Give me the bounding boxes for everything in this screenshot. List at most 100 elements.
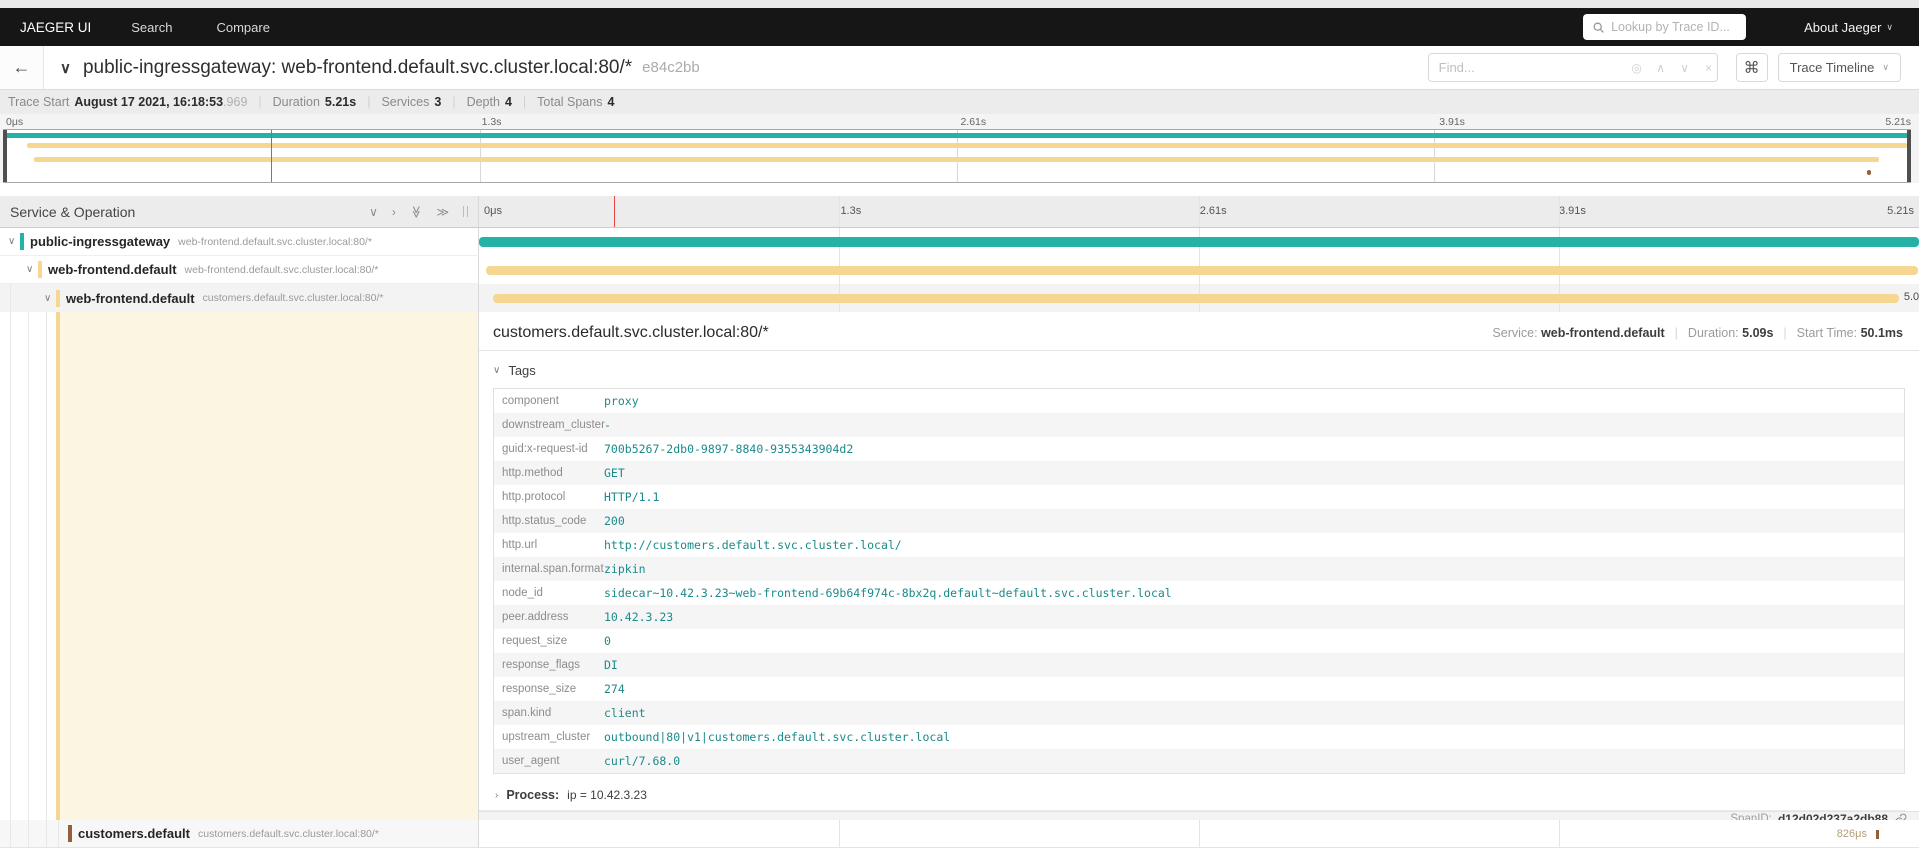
- tag-key: http.protocol: [502, 491, 566, 503]
- tag-row: component proxy: [494, 389, 1904, 413]
- tags-accordion-toggle[interactable]: ∨ Tags: [479, 351, 1919, 384]
- span-operation: customers.default.svc.cluster.local:80/*: [197, 827, 379, 840]
- clear-find-icon[interactable]: ×: [1697, 61, 1721, 75]
- keyboard-shortcuts-button[interactable]: ⌘: [1735, 53, 1768, 82]
- trace-id-lookup-input[interactable]: [1611, 20, 1737, 34]
- tag-row: user_agent curl/7.68.0: [494, 749, 1904, 773]
- prev-match-icon[interactable]: ∧: [1649, 61, 1673, 75]
- nav-item-compare[interactable]: Compare: [216, 20, 269, 35]
- chevron-down-icon[interactable]: ∨: [44, 293, 56, 304]
- collapse-one-icon[interactable]: ∨: [369, 205, 378, 219]
- tag-row: http.status_code 200: [494, 509, 1904, 533]
- indent-guide: [46, 312, 47, 820]
- span-detail-operation: customers.default.svc.cluster.local:80/*: [493, 324, 769, 341]
- trace-page-header: ← ∨ public-ingressgateway: web-frontend.…: [0, 46, 1919, 90]
- span-row-selected[interactable]: ∨ web-frontend.default customers.default…: [0, 284, 1919, 312]
- find-input-group: ◎ ∧ ∨ ×: [1427, 53, 1721, 82]
- span-duration-label: 826μs: [1836, 828, 1867, 840]
- tag-value: -: [604, 418, 611, 432]
- tag-row: http.method GET: [494, 461, 1904, 485]
- minimap-left-handle[interactable]: [3, 130, 7, 182]
- trace-id-short: e84c2bb: [642, 59, 700, 76]
- tag-row: upstream_cluster outbound|80|v1|customers…: [494, 725, 1904, 749]
- trace-duration: Duration 5.21s: [272, 95, 357, 109]
- minimap-tick: 1.3s: [481, 116, 502, 128]
- tag-value: 700b5267-2db0-9897-8840-9355343904d2: [604, 442, 854, 456]
- trace-collapse-chevron-icon[interactable]: ∨: [60, 59, 71, 77]
- span-row[interactable]: customers.default customers.default.svc.…: [0, 820, 1919, 848]
- tag-key: internal.span.format: [502, 563, 604, 575]
- trace-view-dropdown[interactable]: Trace Timeline ∨: [1777, 53, 1901, 82]
- span-bar[interactable]: [486, 266, 1918, 275]
- span-row[interactable]: ∨ public-ingressgateway web-frontend.def…: [0, 228, 1919, 256]
- tag-key: request_size: [502, 635, 568, 647]
- command-icon: ⌘: [1743, 59, 1760, 77]
- tag-value: sidecar~10.42.3.23~web-frontend-69b64f97…: [604, 586, 1172, 600]
- minimap-right-handle[interactable]: [1907, 130, 1911, 182]
- find-input[interactable]: [1428, 60, 1625, 75]
- jaeger-logo[interactable]: JAEGER UI: [20, 20, 91, 35]
- trace-start: Trace Start August 17 2021, 16:18:53.969: [8, 95, 248, 109]
- tag-value: curl/7.68.0: [604, 754, 681, 768]
- gridline: [839, 196, 840, 227]
- span-row[interactable]: ∨ web-frontend.default web-frontend.defa…: [0, 256, 1919, 284]
- gridline: [1559, 196, 1560, 227]
- tag-key: response_flags: [502, 659, 580, 671]
- trace-depth: Depth 4: [466, 95, 512, 109]
- tag-row: downstream_cluster -: [494, 413, 1904, 437]
- about-jaeger-menu[interactable]: About Jaeger ∨: [1804, 20, 1893, 35]
- expand-all-icon[interactable]: ≫: [436, 205, 449, 219]
- indent-guide: [10, 284, 11, 312]
- tag-row: http.protocol HTTP/1.1: [494, 485, 1904, 509]
- arrow-left-icon: ←: [12, 57, 31, 77]
- process-value: ip = 10.42.3.23: [567, 788, 647, 802]
- tag-key: span.kind: [502, 707, 552, 719]
- back-button[interactable]: ←: [0, 46, 44, 89]
- chevron-down-icon[interactable]: ∨: [26, 264, 38, 275]
- span-bar[interactable]: [493, 294, 1899, 303]
- trace-id-lookup-box[interactable]: [1583, 14, 1747, 40]
- nav-item-search[interactable]: Search: [131, 20, 172, 35]
- collapse-all-icon[interactable]: ≫: [409, 205, 423, 218]
- span-detail-panel: customers.default.svc.cluster.local:80/*…: [479, 312, 1919, 820]
- window-top-strip: [0, 0, 1919, 8]
- span-detail-highlight: [60, 312, 478, 820]
- minimap-span-bar: [3, 133, 1911, 138]
- span-bar[interactable]: [1876, 830, 1879, 839]
- span-service: public-ingressgateway: [30, 234, 171, 249]
- expand-one-icon[interactable]: ›: [392, 205, 396, 219]
- tag-row: http.url http://customers.default.svc.clu…: [494, 533, 1904, 557]
- link-icon[interactable]: [1894, 813, 1907, 820]
- tag-key: downstream_cluster: [502, 419, 605, 431]
- indent-guide: [28, 312, 29, 820]
- span-detail-header[interactable]: customers.default.svc.cluster.local:80/*…: [479, 318, 1919, 351]
- span-detail-row: customers.default.svc.cluster.local:80/*…: [0, 312, 1919, 820]
- indent-guide: [58, 820, 59, 847]
- process-accordion-toggle[interactable]: › Process: ip = 10.42.3.23: [479, 776, 1905, 811]
- span-id-value: d12d02d237a2db88: [1777, 812, 1888, 820]
- tag-value: client: [604, 706, 646, 720]
- minimap-span-bar: [26, 143, 1908, 148]
- focus-match-icon[interactable]: ◎: [1625, 61, 1649, 75]
- tag-row: guid:x-request-id 700b5267-2db0-9897-8840…: [494, 437, 1904, 461]
- trace-minimap: 0μs 1.3s 2.61s 3.91s 5.21s: [0, 114, 1919, 183]
- timeline-cursor-line: [614, 196, 616, 227]
- tag-key: peer.address: [502, 611, 569, 623]
- trace-total-spans: Total Spans 4: [537, 95, 615, 109]
- column-resize-handle[interactable]: [463, 206, 468, 217]
- span-service: web-frontend.default: [66, 290, 195, 306]
- span-id-strip: SpanID: d12d02d237a2db88: [479, 811, 1919, 820]
- minimap-scrubber-canvas[interactable]: [3, 129, 1911, 183]
- minimap-tick-labels: 0μs 1.3s 2.61s 3.91s 5.21s: [0, 114, 1919, 129]
- tag-value: 274: [604, 682, 625, 696]
- tag-row: request_size 0: [494, 629, 1904, 653]
- span-color-accent: [20, 233, 24, 250]
- tag-key: response_size: [502, 683, 577, 695]
- trace-services: Services 3: [381, 95, 442, 109]
- next-match-icon[interactable]: ∨: [1673, 61, 1697, 75]
- chevron-down-icon[interactable]: ∨: [8, 236, 20, 247]
- tag-row: internal.span.format zipkin: [494, 557, 1904, 581]
- tag-key: node_id: [502, 587, 543, 599]
- search-icon: [1593, 22, 1604, 33]
- span-bar[interactable]: [479, 237, 1919, 247]
